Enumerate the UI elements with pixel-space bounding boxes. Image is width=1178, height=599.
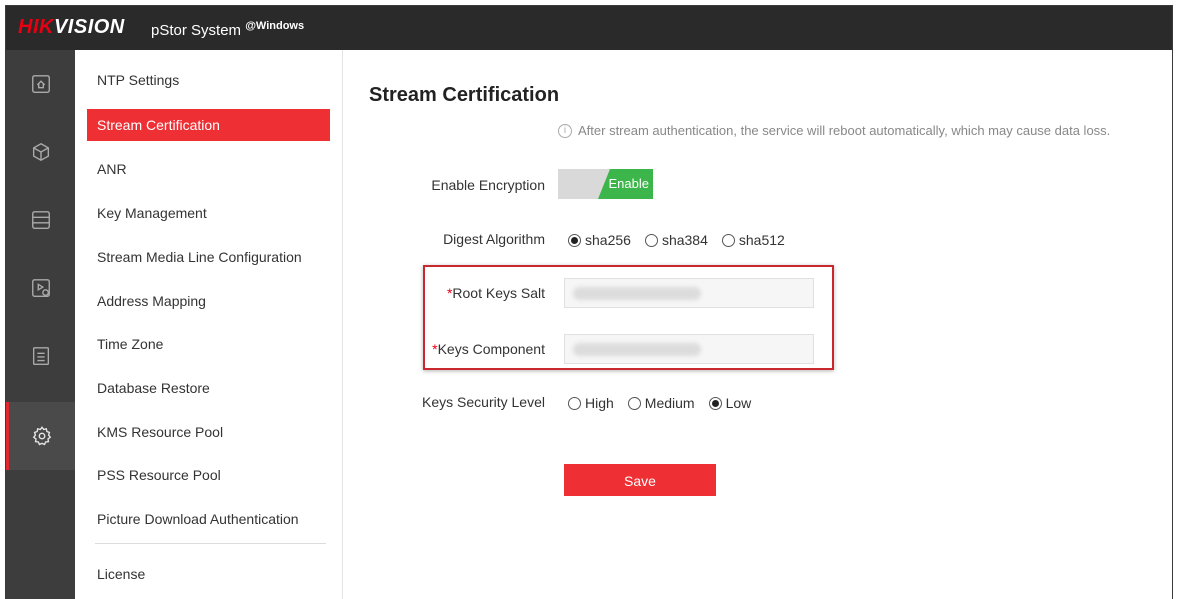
radio-sha512[interactable]: sha512 [721,232,785,248]
menu-item-license[interactable]: License [87,558,330,590]
brand-logo: HIKVISION [18,16,125,38]
enable-encryption-label: Enable Encryption [431,177,545,193]
menu-item-key-management[interactable]: Key Management [87,197,330,229]
settings-gear-icon [32,426,52,446]
log-list-icon [32,347,49,365]
menu-item-database-restore[interactable]: Database Restore [87,372,330,404]
menu-item-kms-resource-pool[interactable]: KMS Resource Pool [87,416,330,448]
radio-dot [568,396,581,410]
menu-item-anr[interactable]: ANR [87,153,330,185]
main-content: Stream Certification i After stream auth… [342,50,1172,599]
radio-dot [627,396,641,410]
keys-security-level-label: Keys Security Level [422,394,545,410]
radio-dot [721,233,735,247]
menu-item-pss-resource-pool[interactable]: PSS Resource Pool [87,459,330,491]
radio-low[interactable]: Low [708,395,751,411]
cube-icon [32,142,49,162]
info-icon: i [558,123,572,138]
home-icon [31,75,50,93]
rail-settings[interactable] [6,402,75,470]
menu-item-address-mapping[interactable]: Address Mapping [87,285,330,317]
save-button[interactable]: Save [564,464,716,496]
digest-algorithm-label: Digest Algorithm [443,231,545,247]
settings-menu: NTP Settings Stream Certification ANR Ke… [75,50,343,599]
menu-item-stream-certification[interactable]: Stream Certification [87,109,330,141]
toggle-on-state: Enable [598,169,653,199]
notice-text: After stream authentication, the service… [578,123,1111,138]
icon-rail [6,50,75,599]
menu-divider [95,543,326,544]
app-window: HIKVISION pStor System @Windows NTP Sett… [5,5,1173,599]
radio-dot [644,233,658,247]
menu-item-picture-download-auth[interactable]: Picture Download Authentication [87,503,330,535]
radio-sha256[interactable]: sha256 [568,232,631,248]
radio-dot [708,396,722,410]
radio-sha384[interactable]: sha384 [644,232,708,248]
highlight-box [423,265,834,370]
page-title: Stream Certification [369,84,560,106]
menu-item-stream-media-line[interactable]: Stream Media Line Configuration [87,241,330,273]
rail-home[interactable] [6,50,75,118]
radio-dot [568,233,581,247]
radio-medium[interactable]: Medium [627,395,695,411]
radio-high[interactable]: High [568,395,614,411]
rail-video[interactable] [6,254,75,322]
enable-encryption-toggle[interactable]: Enable [558,169,653,199]
rail-resources[interactable] [6,118,75,186]
top-bar: HIKVISION pStor System @Windows [6,6,1172,50]
storage-icon [31,211,50,229]
rail-storage[interactable] [6,186,75,254]
reboot-notice: i After stream authentication, the servi… [558,123,1110,138]
menu-item-ntp-settings[interactable]: NTP Settings [87,64,330,96]
menu-item-time-zone[interactable]: Time Zone [87,328,330,360]
product-name: pStor System @Windows [151,20,305,39]
rail-logs[interactable] [6,322,75,390]
video-record-icon [31,279,50,297]
keys-security-level-group: High Medium Low [568,395,751,411]
digest-algorithm-group: sha256 sha384 sha512 [568,232,785,248]
